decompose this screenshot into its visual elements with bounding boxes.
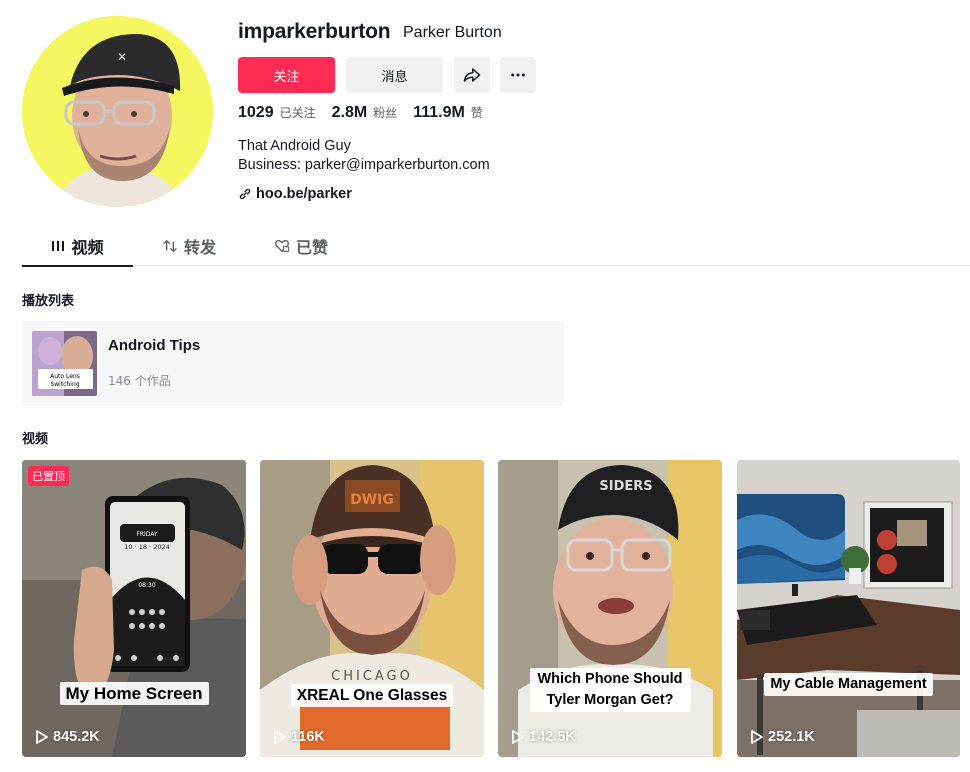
playlist-name: Android Tips bbox=[108, 337, 201, 354]
phone-time: 08:30 bbox=[138, 582, 155, 589]
more-dots-icon bbox=[511, 73, 525, 77]
more-options-button[interactable] bbox=[500, 57, 536, 93]
playlist-thumbnail: Auto Lens Switching bbox=[32, 331, 97, 396]
tab-liked[interactable]: 已赞 bbox=[274, 226, 328, 266]
svg-text:✕: ✕ bbox=[117, 50, 127, 64]
repost-icon bbox=[163, 240, 177, 252]
video-card[interactable]: DWIG CHICAGO XREAL One Glasses 116K bbox=[260, 460, 484, 757]
play-icon bbox=[512, 730, 524, 744]
view-count: 142.5K bbox=[512, 729, 576, 745]
shirt-text: CHICAGO bbox=[331, 669, 413, 684]
cap-text: DWIG bbox=[350, 492, 394, 508]
view-count-text: 142.5K bbox=[529, 729, 576, 745]
video-thumbnail: FRIDAY 10 · 18 · 2024 08:30 bbox=[22, 460, 246, 757]
follow-button[interactable]: 关注 bbox=[238, 57, 335, 93]
pinned-badge: 已置顶 bbox=[28, 466, 69, 486]
stat-value: 2.8M bbox=[331, 104, 368, 121]
profile-link[interactable]: hoo.be/parker bbox=[238, 186, 352, 202]
videos-section-title: 视频 bbox=[22, 432, 49, 447]
video-caption-text: My Home Screen bbox=[59, 682, 209, 705]
video-caption: My Home Screen bbox=[22, 682, 246, 705]
share-icon bbox=[463, 68, 481, 82]
share-button[interactable] bbox=[454, 57, 490, 93]
nickname: Parker Burton bbox=[403, 24, 502, 41]
view-count: 252.1K bbox=[751, 729, 815, 745]
playlist-card[interactable]: Auto Lens Switching Android Tips 146 个作品 bbox=[22, 321, 564, 406]
caption-line: Which Phone Should bbox=[537, 671, 683, 687]
video-caption-text: My Cable Management bbox=[764, 673, 933, 696]
thumb-text: Switching bbox=[50, 381, 79, 388]
video-card[interactable]: SIDERS Which Phone Should Tyler Morgan G… bbox=[498, 460, 722, 757]
view-count-text: 845.2K bbox=[53, 729, 100, 745]
caption-line: Tyler Morgan Get? bbox=[546, 692, 674, 708]
tab-label: 转发 bbox=[184, 238, 217, 257]
username: imparkerburton bbox=[238, 20, 391, 43]
tab-videos[interactable]: 视频 bbox=[22, 226, 133, 267]
grid-icon bbox=[52, 240, 65, 251]
play-icon bbox=[274, 730, 286, 744]
video-caption-text: Which Phone Should Tyler Morgan Get? bbox=[529, 668, 691, 712]
video-caption: Which Phone Should Tyler Morgan Get? bbox=[498, 668, 722, 712]
playlist-count: 146 个作品 bbox=[108, 374, 171, 388]
tab-reposts[interactable]: 转发 bbox=[162, 226, 216, 266]
play-icon bbox=[751, 730, 763, 744]
video-thumbnail: SIDERS bbox=[498, 460, 722, 757]
view-count: 845.2K bbox=[36, 729, 100, 745]
video-caption: My Cable Management bbox=[737, 673, 960, 696]
stat-following[interactable]: 1029 已关注 bbox=[238, 104, 316, 122]
bio: That Android Guy Business: parker@impark… bbox=[238, 137, 490, 175]
video-thumbnail: DWIG CHICAGO bbox=[260, 460, 484, 757]
stat-likes: 111.9M 赞 bbox=[413, 104, 483, 122]
video-card[interactable]: My Cable Management 252.1K bbox=[737, 460, 960, 757]
thumb-text: Auto Lens bbox=[50, 373, 80, 380]
phone-date: 10 · 18 · 2024 bbox=[124, 543, 169, 551]
stat-value: 111.9M bbox=[413, 104, 465, 121]
message-button[interactable]: 消息 bbox=[346, 57, 443, 93]
avatar[interactable]: ✕ bbox=[22, 16, 213, 207]
bio-line: Business: parker@imparkerburton.com bbox=[238, 157, 490, 173]
profile-stats: 1029 已关注 2.8M 粉丝 111.9M 赞 bbox=[238, 104, 499, 122]
heart-icon bbox=[275, 239, 290, 252]
tab-label: 已赞 bbox=[296, 238, 329, 257]
profile-tabs: 视频 转发 已赞 bbox=[22, 226, 970, 267]
link-text: hoo.be/parker bbox=[256, 186, 352, 202]
phone-day: FRIDAY bbox=[136, 531, 158, 538]
view-count: 116K bbox=[274, 729, 325, 745]
video-card[interactable]: FRIDAY 10 · 18 · 2024 08:30 已置顶 My Home … bbox=[22, 460, 246, 757]
cap-text: SIDERS bbox=[599, 479, 652, 494]
bio-line: That Android Guy bbox=[238, 138, 351, 154]
video-thumbnail bbox=[737, 460, 960, 757]
view-count-text: 116K bbox=[291, 729, 325, 745]
stat-label: 粉丝 bbox=[373, 106, 398, 120]
tab-label: 视频 bbox=[71, 237, 104, 257]
stat-value: 1029 bbox=[238, 104, 274, 121]
playlist-section-title: 播放列表 bbox=[22, 294, 75, 309]
stat-label: 已关注 bbox=[279, 106, 316, 120]
video-caption-text: XREAL One Glasses bbox=[290, 684, 454, 707]
link-icon bbox=[239, 188, 251, 200]
stat-followers[interactable]: 2.8M 粉丝 bbox=[332, 104, 398, 122]
stat-label: 赞 bbox=[470, 106, 483, 120]
play-icon bbox=[36, 730, 48, 744]
video-caption: XREAL One Glasses bbox=[260, 684, 484, 707]
view-count-text: 252.1K bbox=[768, 729, 815, 745]
